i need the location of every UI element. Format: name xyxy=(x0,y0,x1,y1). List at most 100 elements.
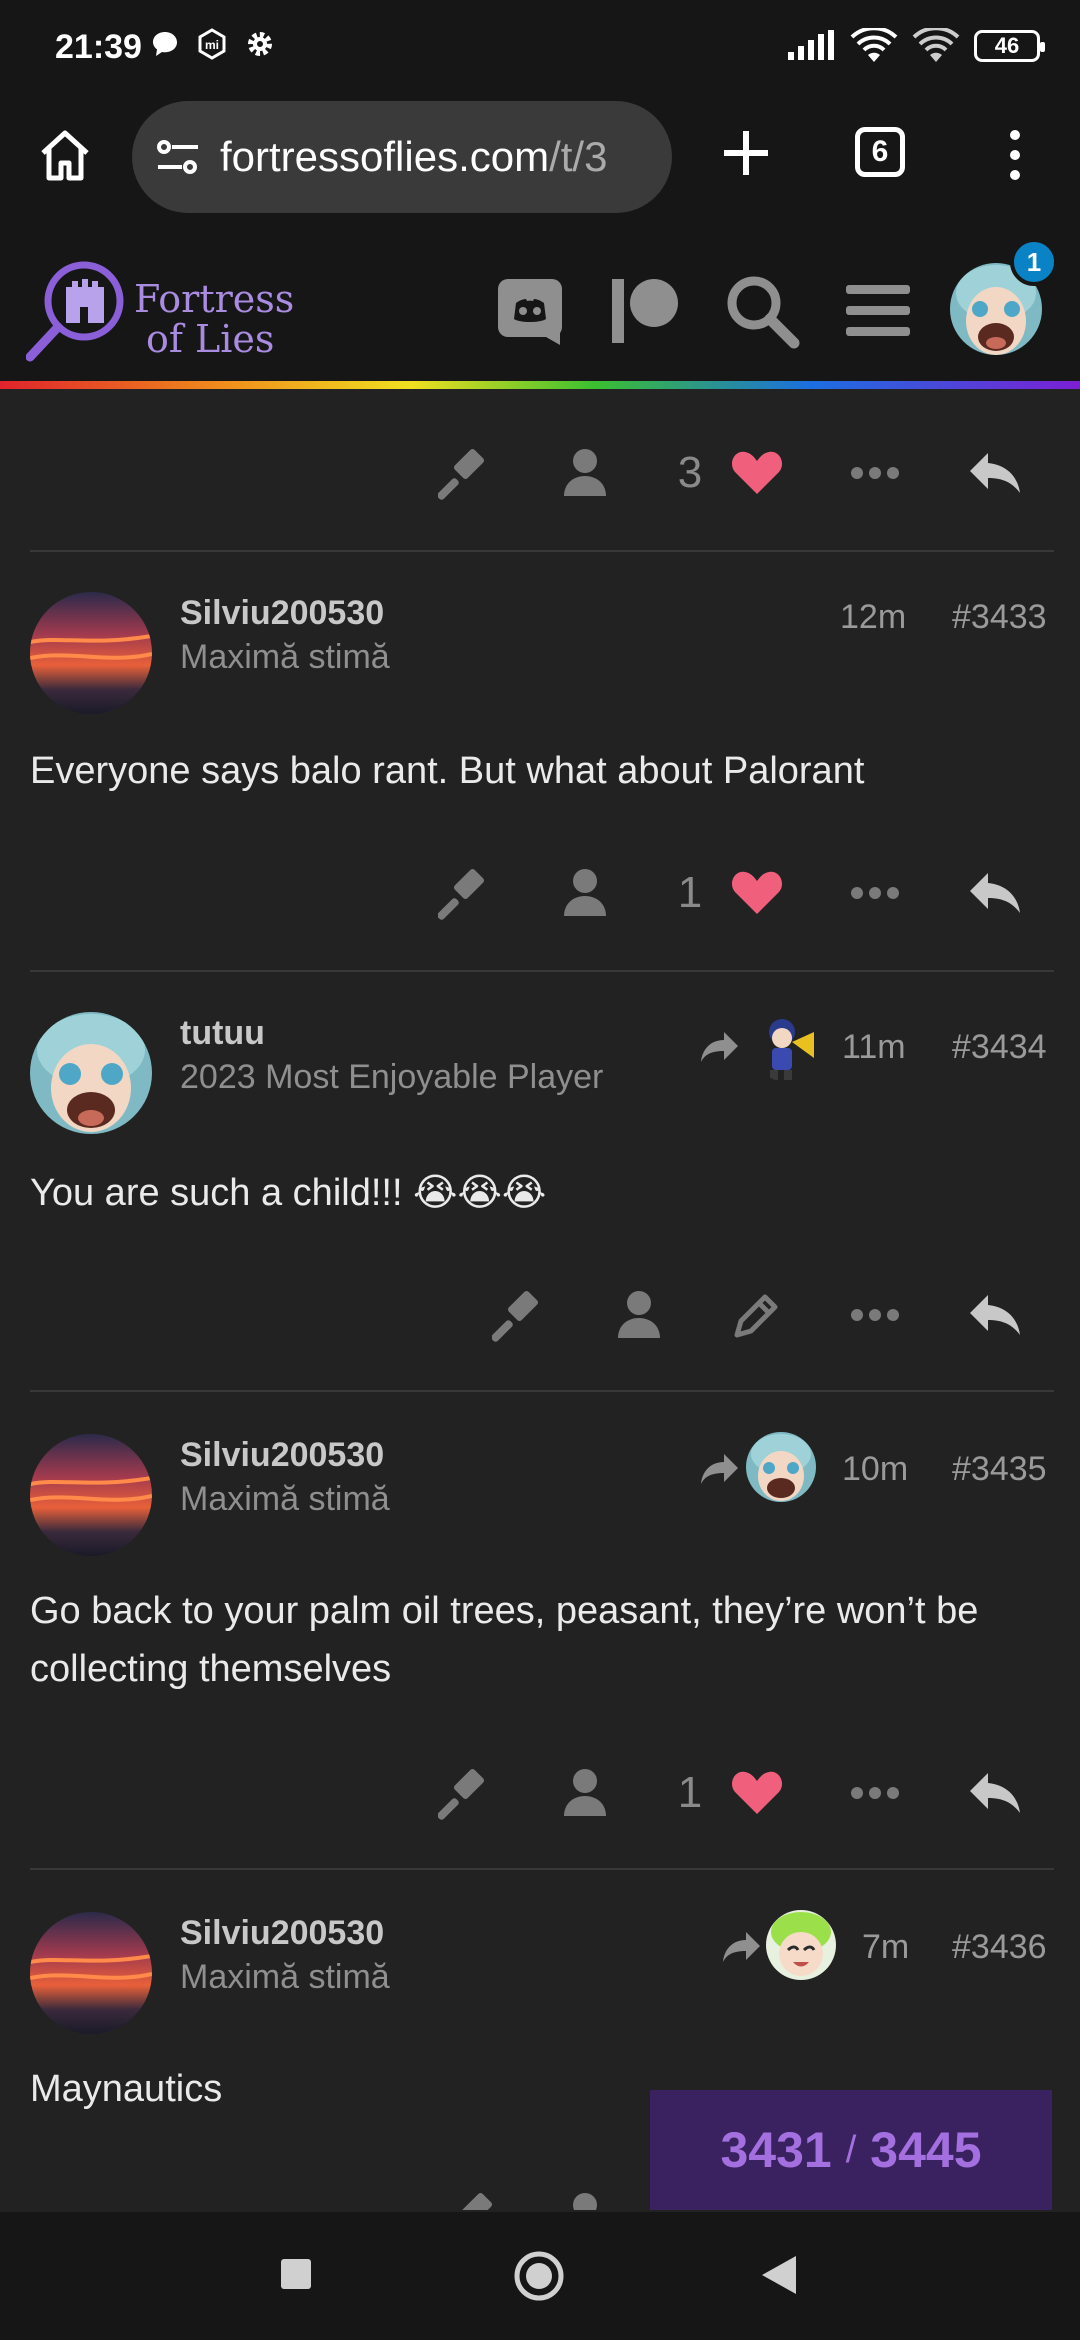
like-button[interactable] xyxy=(722,858,792,928)
home-nav-icon[interactable] xyxy=(513,2250,565,2302)
url-bar[interactable]: fortressoflies.com/t/3 xyxy=(132,101,672,213)
svg-text:mi: mi xyxy=(205,38,219,52)
reply-icon xyxy=(970,873,1020,913)
post-actions-prev: 3 xyxy=(0,438,1080,508)
post-number[interactable]: #3436 xyxy=(952,1928,1047,1967)
reply-button[interactable] xyxy=(960,1758,1030,1828)
post-actions xyxy=(0,1280,1080,1350)
like-button[interactable] xyxy=(722,1758,792,1828)
reply-to-avatar[interactable] xyxy=(766,1910,836,1980)
ellipsis-icon xyxy=(851,1309,899,1321)
topic-progress[interactable]: 3431 / 3445 xyxy=(650,2090,1052,2210)
tab-switcher-button[interactable]: 6 xyxy=(855,127,905,177)
search-icon[interactable] xyxy=(724,273,800,349)
flag-hammer-button[interactable] xyxy=(430,1758,500,1828)
post-number[interactable]: #3435 xyxy=(952,1450,1047,1489)
post-avatar[interactable] xyxy=(30,1434,152,1556)
user-card-button[interactable] xyxy=(550,438,620,508)
recents-icon[interactable] xyxy=(278,2256,314,2292)
post-time[interactable]: 11m xyxy=(842,1028,906,1067)
post-username[interactable]: tutuu xyxy=(180,1014,265,1053)
reply-to-avatar[interactable] xyxy=(752,1012,822,1082)
post-time[interactable]: 12m xyxy=(840,598,906,637)
site-logo[interactable]: Fortress of Lies xyxy=(26,255,316,365)
progress-separator: / xyxy=(845,2128,857,2171)
post-user-title: Maximă stimă xyxy=(180,1480,390,1518)
post-avatar[interactable] xyxy=(30,1012,152,1134)
discord-icon[interactable] xyxy=(494,273,570,349)
flag-hammer-button[interactable] xyxy=(484,1280,554,1350)
sunset-avatar-icon xyxy=(30,592,152,714)
reply-to-avatar[interactable] xyxy=(746,1432,816,1502)
post-username[interactable]: Silviu200530 xyxy=(180,1436,384,1475)
pencil-icon xyxy=(734,1294,778,1338)
ellipsis-icon xyxy=(851,1787,899,1799)
more-actions-button[interactable] xyxy=(840,438,910,508)
user-card-button[interactable] xyxy=(550,1758,620,1828)
gavel-icon xyxy=(461,2192,493,2210)
hamburger-menu-icon[interactable] xyxy=(840,273,916,349)
flag-hammer-button[interactable] xyxy=(430,438,500,508)
more-menu-icon[interactable] xyxy=(995,125,1035,185)
post-actions-partial xyxy=(440,2190,600,2210)
more-actions-button[interactable] xyxy=(840,1758,910,1828)
more-actions-button[interactable] xyxy=(840,1280,910,1350)
flag-hammer-button[interactable] xyxy=(430,858,500,928)
reply-button[interactable] xyxy=(960,858,1030,928)
user-icon xyxy=(573,2193,597,2210)
gavel-icon xyxy=(438,1768,485,1820)
post-body: Everyone says balo rant. But what about … xyxy=(30,750,865,792)
post-divider xyxy=(30,1390,1054,1392)
logo-text: Fortress of Lies xyxy=(134,279,294,359)
like-button[interactable] xyxy=(722,438,792,508)
post-divider xyxy=(30,1868,1054,1870)
site-settings-icon[interactable] xyxy=(156,137,200,177)
chat-icon xyxy=(153,32,177,56)
gavel-icon xyxy=(438,868,485,920)
post-username[interactable]: Silviu200530 xyxy=(180,594,384,633)
post-username[interactable]: Silviu200530 xyxy=(180,1914,384,1953)
url-text[interactable]: fortressoflies.com/t/3 xyxy=(220,133,660,181)
post-avatar[interactable] xyxy=(30,592,152,714)
like-count: 1 xyxy=(677,1768,703,1817)
notification-badge[interactable]: 1 xyxy=(1010,238,1058,286)
post-avatar[interactable] xyxy=(30,1912,152,2034)
rainbow-divider xyxy=(0,381,1080,389)
tab-count: 6 xyxy=(871,135,889,168)
user-card-button[interactable] xyxy=(550,858,620,928)
reply-to-arrow-icon xyxy=(701,1454,738,1484)
post-time[interactable]: 10m xyxy=(842,1450,908,1489)
logo-line-2: of Lies xyxy=(146,317,275,361)
ellipsis-icon xyxy=(851,887,899,899)
ellipsis-icon xyxy=(851,467,899,479)
anime-avatar-icon xyxy=(30,1012,152,1134)
post-number[interactable]: #3434 xyxy=(952,1028,1047,1067)
logo-line-1: Fortress xyxy=(134,277,295,321)
progress-current: 3431 xyxy=(720,2122,832,2178)
url-path: /t/3 xyxy=(549,133,608,180)
post-body: You are such a child!!! 😭😭😭 xyxy=(30,1172,547,1214)
reply-button[interactable] xyxy=(960,1280,1030,1350)
edit-button[interactable] xyxy=(722,1280,792,1350)
like-count: 3 xyxy=(677,448,703,497)
post-number[interactable]: #3433 xyxy=(952,598,1047,637)
new-tab-icon[interactable] xyxy=(718,125,774,181)
reply-button[interactable] xyxy=(960,438,1030,508)
green-hair-avatar-icon xyxy=(766,1910,836,1980)
post-time[interactable]: 7m xyxy=(862,1928,909,1967)
browser-toolbar: fortressoflies.com/t/3 6 xyxy=(0,95,1080,235)
sunset-avatar-icon xyxy=(30,1434,152,1556)
reply-icon xyxy=(970,1295,1020,1335)
heart-icon xyxy=(731,871,783,914)
more-actions-button[interactable] xyxy=(840,858,910,928)
back-nav-icon[interactable] xyxy=(760,2254,798,2296)
heart-icon xyxy=(731,451,783,494)
patreon-icon[interactable] xyxy=(608,273,684,349)
post-actions: 1 xyxy=(0,1758,1080,1828)
post-body: Go back to your palm oil trees, peasant,… xyxy=(30,1590,979,1690)
wifi-icon xyxy=(850,28,898,62)
post-user-title: 2023 Most Enjoyable Player xyxy=(180,1058,604,1096)
gear-icon xyxy=(248,32,272,56)
home-icon[interactable] xyxy=(35,125,95,185)
user-card-button[interactable] xyxy=(604,1280,674,1350)
